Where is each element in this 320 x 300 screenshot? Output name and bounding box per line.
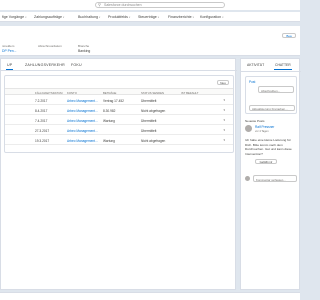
nav-item-steuertraege[interactable]: Steuerträge▾ [138, 15, 159, 19]
global-header: ⚲ Salesforce durchsuchen [0, 0, 300, 34]
tab-chatter[interactable]: CHATTER [274, 63, 292, 70]
search-icon: ⚲ [98, 2, 101, 7]
tab-aktivitaet[interactable]: AKTIVITÄT [247, 63, 264, 67]
like-button[interactable]: Gefällt mir [255, 159, 277, 164]
record-field-industry: Branche Banking [78, 44, 91, 53]
table-row: 7.2.2017 Arbeo Management... Vertrag 17.… [5, 96, 233, 105]
account-link[interactable]: Arbeo Management... [67, 139, 98, 143]
row-actions-icon[interactable]: ▾ [223, 118, 225, 122]
record-field-owner: nmeldem DP Pen... [2, 44, 17, 53]
table-row: 7.4.2017 Arbeo Management... Wartung Übe… [5, 116, 233, 125]
row-actions-icon[interactable]: ▾ [223, 98, 225, 102]
column-header[interactable]: BETRÄGE [103, 91, 116, 95]
chevron-down-icon: ▾ [98, 16, 101, 19]
header-icons [268, 3, 296, 34]
search-placeholder: Salesforce durchsuchen [104, 3, 142, 7]
tab-zahlungsverkehr[interactable]: ZAHLUNGSVERKEHR [25, 63, 65, 67]
account-link[interactable]: Arbeo Management... [67, 99, 98, 103]
chevron-down-icon: ▾ [62, 16, 65, 19]
record-field-billing-date: Abrechnuordatum [38, 44, 62, 48]
column-header[interactable]: KONTO [67, 91, 77, 95]
publisher: Post Abschreiben... Aktualisierung Freig… [245, 76, 297, 114]
feed-author-link[interactable]: Ralf Pressner [255, 125, 274, 129]
tab-up[interactable]: UP [5, 63, 14, 70]
chevron-down-icon: ▾ [192, 16, 194, 19]
chevron-down-icon: ▾ [157, 16, 160, 19]
table-row: 8.4.2017 Arbeo Management... 8.30.982 Ni… [5, 106, 233, 115]
comment-input[interactable]: Kommentar verfassen... [253, 175, 297, 182]
row-actions-icon[interactable]: ▾ [223, 138, 225, 142]
feed-sort-label[interactable]: Neueste Posts [245, 119, 265, 123]
account-link[interactable]: Arbeo Management... [67, 129, 98, 133]
chevron-down-icon: ▾ [222, 16, 224, 19]
payments-related-list: Neu FÄLLIGKEITSDATUM KONTO BETRÄGE STATU… [4, 75, 234, 153]
nav-item-buchhaltung[interactable]: Buchhaltung▾ [78, 15, 100, 19]
tab-foku[interactable]: FOKU [71, 63, 82, 67]
edit-button[interactable]: Bea [282, 33, 296, 38]
main-panel: UP ZAHLUNGSVERKEHR FOKU Neu FÄLLIGKEITSD… [0, 58, 237, 290]
comment-row: Kommentar verfassen... [245, 175, 297, 183]
new-button[interactable]: Neu [217, 80, 229, 85]
table-row: 27.3.2017 Arbeo Management... Übermittel… [5, 126, 233, 135]
column-header[interactable]: IST BEZAHLT [181, 91, 198, 95]
owner-link[interactable]: DP Pen... [2, 49, 16, 53]
record-header: Bea nmeldem DP Pen... Abrechnuordatum Br… [0, 26, 300, 56]
post-tab[interactable]: Post [249, 80, 255, 84]
nav-item-konfiguration[interactable]: Konfiguration▾ [200, 15, 224, 19]
row-actions-icon[interactable]: ▾ [223, 128, 225, 132]
share-update-field[interactable]: Aktualisierung Freigeben... [249, 105, 295, 111]
post-input[interactable]: Abschreiben... [258, 86, 294, 93]
chevron-down-icon: ▾ [128, 16, 131, 19]
feed-body: Ich habe eine kleine Lieferung für Dich.… [245, 138, 292, 156]
avatar [245, 176, 250, 181]
account-link[interactable]: Arbeo Management... [67, 109, 98, 113]
table-row: 19.3.2017 Arbeo Management... Wartung Ni… [5, 136, 233, 145]
global-search-input[interactable]: ⚲ Salesforce durchsuchen [95, 2, 225, 8]
app-nav-bar: fige Vorgänge▾ Zahlungsaufträge▾ Buchhal… [0, 12, 300, 22]
nav-item-produktfelds[interactable]: Produktfelds▾ [108, 15, 130, 19]
nav-item-finanzberichte[interactable]: Finanzberichte▾ [168, 15, 194, 19]
activity-side-panel: AKTIVITÄT CHATTER Post Abschreiben... Ak… [240, 58, 301, 290]
feed-timestamp: vor 4 Tagen [255, 130, 269, 133]
column-header[interactable]: STATUS SENDEN [141, 91, 164, 95]
column-header[interactable]: FÄLLIGKEITSDATUM [35, 91, 62, 95]
nav-item-zahlungsauftraege[interactable]: Zahlungsaufträge▾ [34, 15, 64, 19]
utility-bar [0, 292, 300, 300]
chevron-down-icon: ▾ [25, 16, 27, 19]
nav-item-vorgaenge[interactable]: fige Vorgänge▾ [2, 15, 27, 19]
row-actions-icon[interactable]: ▾ [223, 108, 225, 112]
table-header: FÄLLIGKEITSDATUM KONTO BETRÄGE STATUS SE… [5, 88, 233, 95]
tab-divider [241, 71, 301, 72]
avatar[interactable] [245, 125, 252, 132]
record-tabs: UP ZAHLUNGSVERKEHR FOKU [1, 59, 237, 71]
account-link[interactable]: Arbeo Management... [67, 119, 98, 123]
